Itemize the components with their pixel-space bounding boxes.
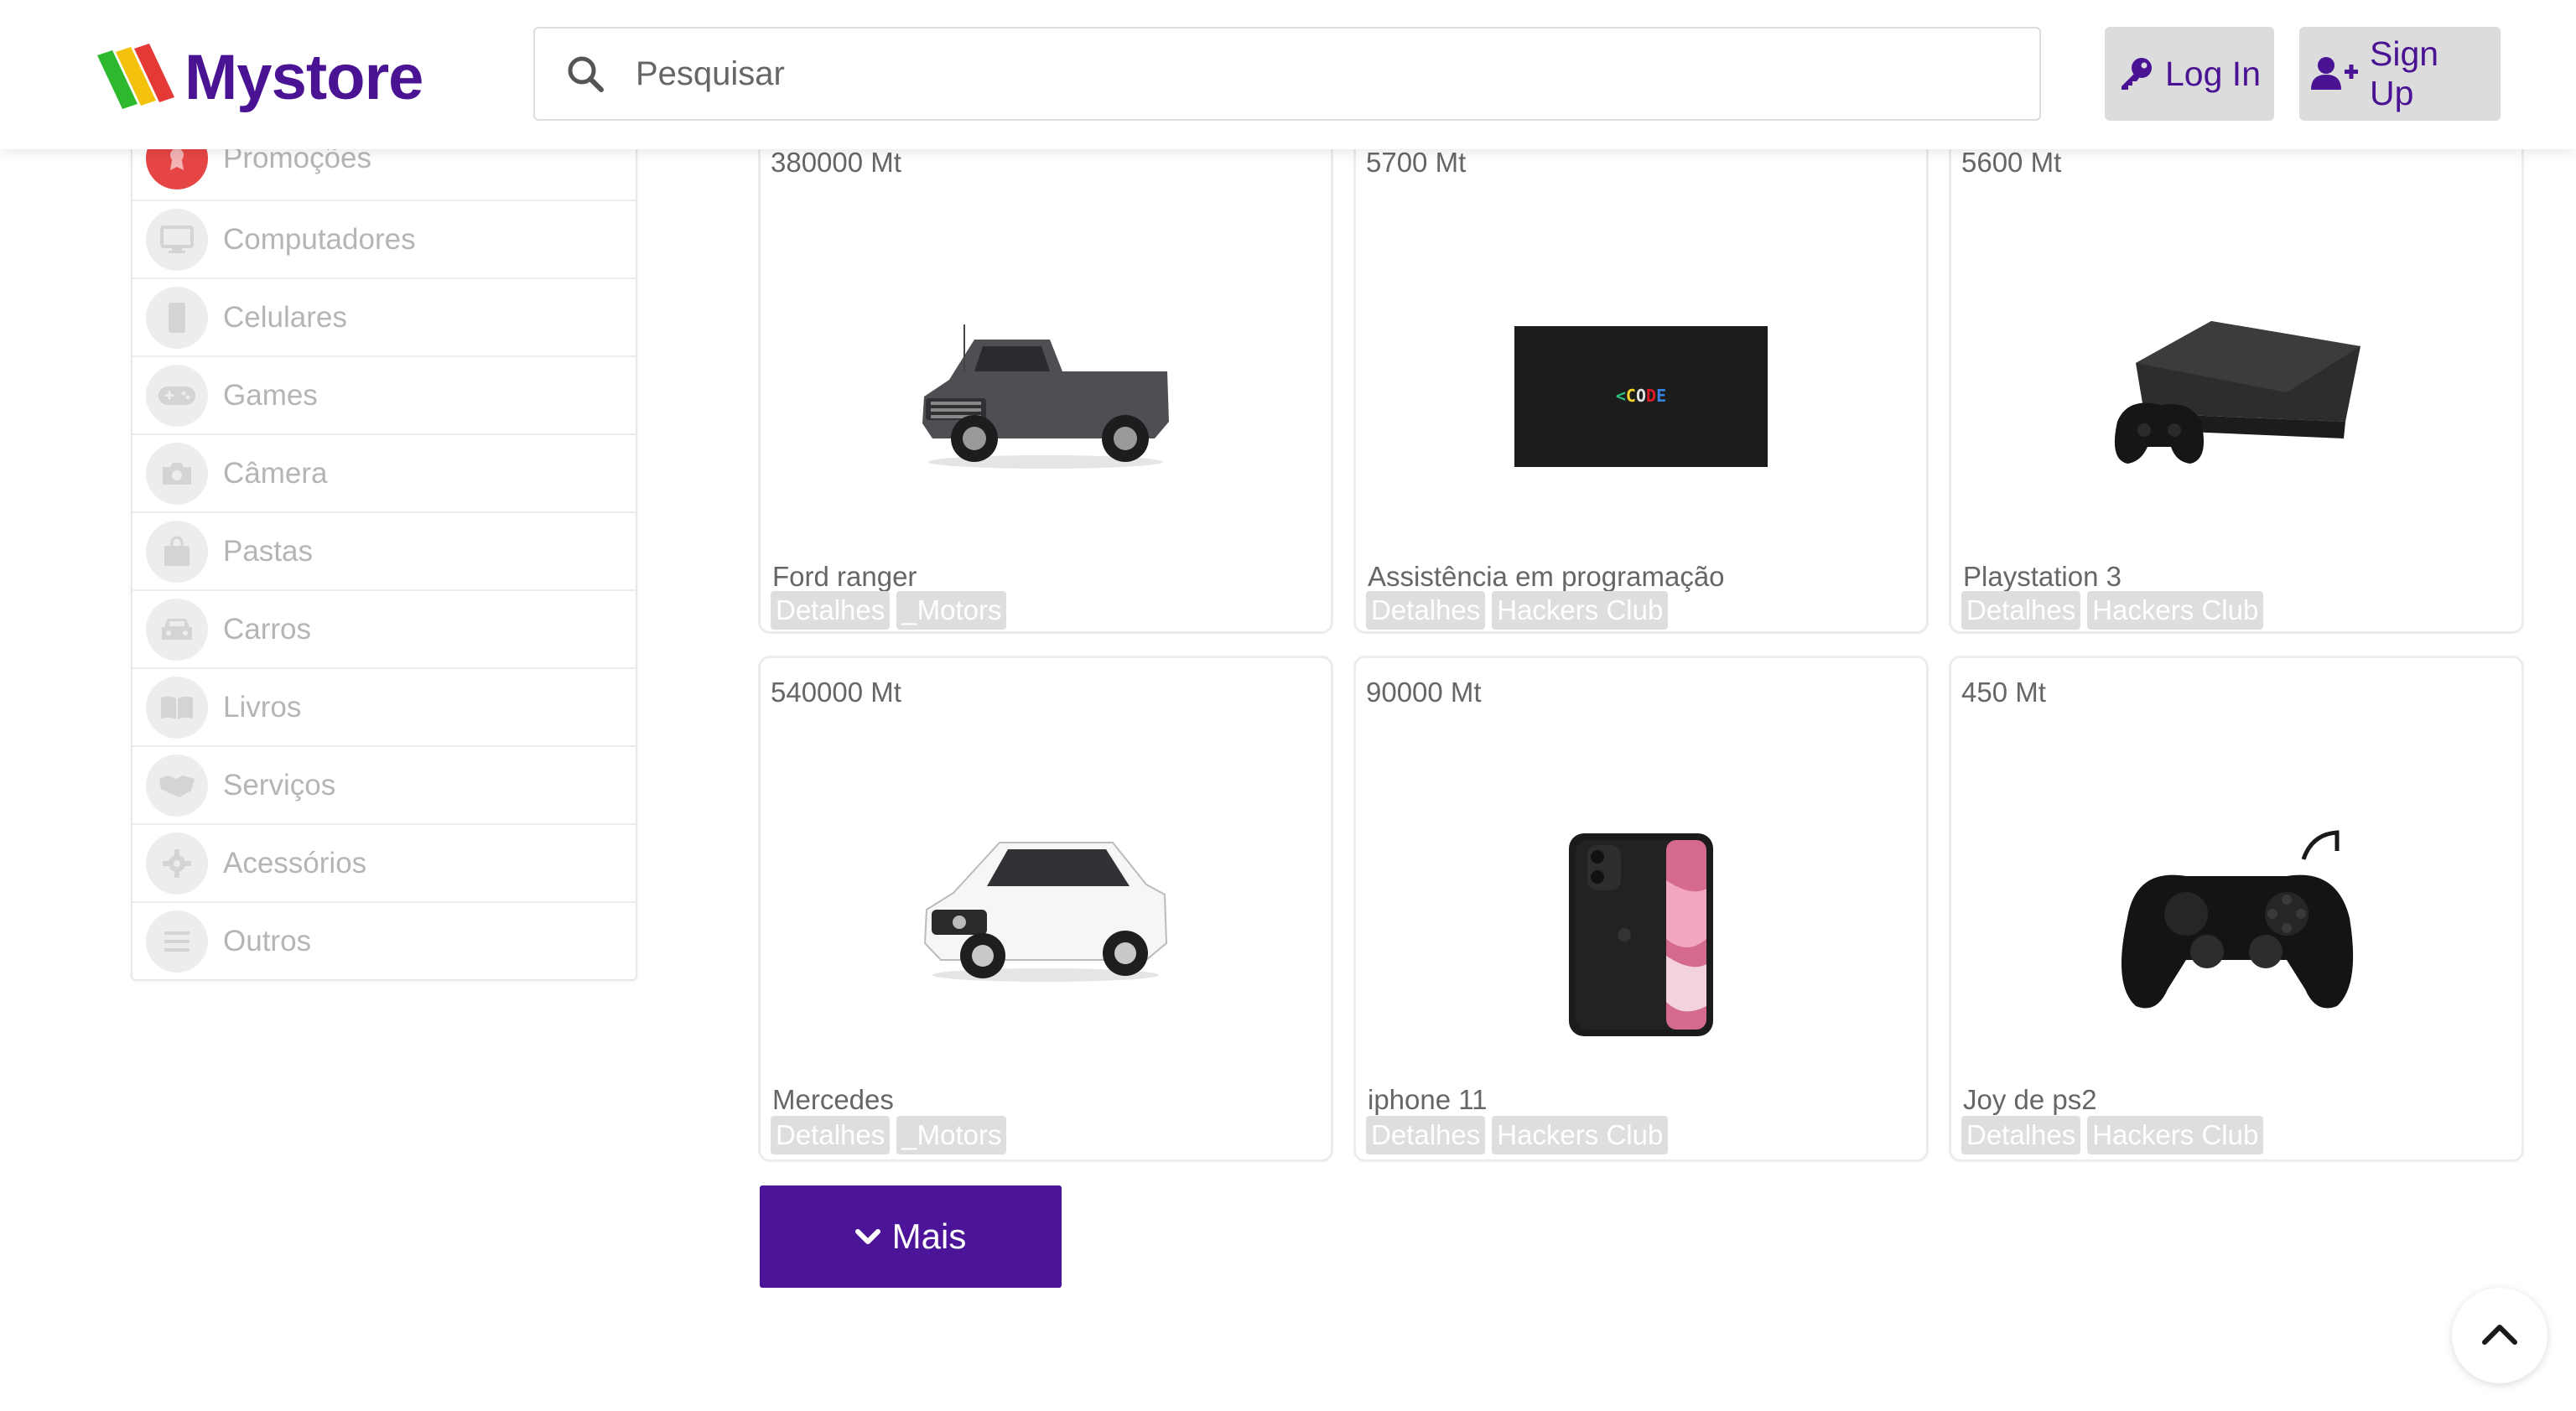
details-button[interactable]: Detalhes	[771, 591, 891, 630]
search-bar[interactable]	[533, 27, 2041, 121]
sidebar-item-label: Pastas	[223, 534, 313, 568]
code-banner-image[interactable]: <CODE	[1356, 220, 1926, 573]
book-icon	[146, 676, 208, 739]
product-card[interactable]: 90000 Mt iphone 11 Detalhes Hackers Club	[1353, 656, 1929, 1162]
camera-icon	[146, 442, 208, 505]
sidebar-item-computadores[interactable]: Computadores	[132, 200, 636, 278]
product-card[interactable]: 5600 Mt Playstation 3 Detalhes Hackers C…	[1949, 126, 2524, 634]
store-tag[interactable]: Hackers Club	[2087, 591, 2264, 630]
product-price: 5600 Mt	[1961, 147, 2062, 178]
product-tags: Detalhes Hackers Club	[1366, 591, 1669, 630]
details-button[interactable]: Detalhes	[1366, 591, 1486, 630]
search-input[interactable]	[634, 54, 2039, 94]
load-more-button[interactable]: Mais	[760, 1185, 1062, 1288]
pickup-truck-image[interactable]	[761, 220, 1331, 573]
product-card[interactable]: 450 Mt Joy de ps2 Detalhes Hackers Club	[1949, 656, 2524, 1162]
logo[interactable]: Mystore	[94, 39, 423, 116]
product-tags: Detalhes Hackers Club	[1961, 1116, 2264, 1154]
search-icon[interactable]	[565, 54, 605, 94]
handshake-icon	[146, 754, 208, 817]
product-name: Joy de ps2	[1963, 1084, 2097, 1115]
key-icon	[2118, 56, 2153, 91]
sidebar-item-outros[interactable]: Outros	[132, 901, 636, 979]
sidebar-item-livros[interactable]: Livros	[132, 667, 636, 745]
product-name: Assistência em programação	[1368, 561, 1725, 592]
sidebar-item-games[interactable]: Games	[132, 355, 636, 433]
sidebar-item-servicos[interactable]: Serviços	[132, 745, 636, 823]
bag-icon	[146, 520, 208, 583]
sidebar-item-label: Computadores	[223, 222, 416, 256]
category-sidebar: Promoções Computadores Celulares Games C…	[131, 117, 637, 981]
top-navbar: Mystore Log In Sign Up	[0, 0, 2576, 149]
sidebar-item-celulares[interactable]: Celulares	[132, 278, 636, 355]
product-tags: Detalhes _Motors	[771, 1116, 1007, 1154]
product-price: 5700 Mt	[1366, 147, 1467, 178]
details-button[interactable]: Detalhes	[771, 1116, 891, 1154]
login-button[interactable]: Log In	[2105, 27, 2274, 121]
login-label: Log In	[2165, 54, 2261, 93]
details-button[interactable]: Detalhes	[1366, 1116, 1486, 1154]
sidebar-item-label: Games	[223, 378, 318, 412]
gamepad-icon	[146, 364, 208, 427]
product-tags: Detalhes Hackers Club	[1366, 1116, 1669, 1154]
suv-image[interactable]	[761, 734, 1331, 1069]
product-price: 380000 Mt	[771, 147, 901, 178]
signup-label: Sign Up	[2370, 34, 2439, 112]
sidebar-item-label: Câmera	[223, 456, 328, 490]
store-tag[interactable]: Hackers Club	[1492, 1116, 1669, 1154]
monitor-icon	[146, 208, 208, 271]
product-name: Playstation 3	[1963, 561, 2122, 592]
details-button[interactable]: Detalhes	[1961, 591, 2081, 630]
signup-button[interactable]: Sign Up	[2299, 27, 2501, 121]
product-name: iphone 11	[1368, 1084, 1488, 1115]
sidebar-item-acessorios[interactable]: Acessórios	[132, 823, 636, 901]
sidebar-item-pastas[interactable]: Pastas	[132, 511, 636, 589]
logo-stripes-icon	[97, 44, 174, 109]
sidebar-item-carros[interactable]: Carros	[132, 589, 636, 667]
details-button[interactable]: Detalhes	[1961, 1116, 2081, 1154]
chevron-down-icon	[854, 1227, 880, 1246]
product-price: 450 Mt	[1961, 677, 2046, 708]
list-icon	[146, 910, 208, 973]
product-card[interactable]: 540000 Mt Mercedes Detalhes _Motors	[758, 656, 1333, 1162]
mobile-icon	[146, 286, 208, 349]
product-price: 540000 Mt	[771, 677, 901, 708]
store-tag[interactable]: Hackers Club	[2087, 1116, 2264, 1154]
car-icon	[146, 598, 208, 661]
store-tag[interactable]: Hackers Club	[1492, 591, 1669, 630]
sidebar-item-label: Serviços	[223, 768, 336, 801]
store-tag[interactable]: _Motors	[896, 591, 1007, 630]
product-name: Mercedes	[772, 1084, 894, 1115]
sidebar-item-label: Carros	[223, 612, 312, 646]
scroll-to-top-button[interactable]	[2452, 1288, 2547, 1383]
ps3-console-image[interactable]	[1951, 220, 2521, 573]
product-tags: Detalhes Hackers Club	[1961, 591, 2264, 630]
sidebar-item-label: Acessórios	[223, 846, 367, 879]
product-card[interactable]: 5700 Mt <CODE Assistência em programação…	[1353, 126, 1929, 634]
ps2-controller-image[interactable]	[1951, 742, 2521, 1094]
product-card[interactable]: 380000 Mt Ford ranger Detalhes _Motors	[758, 126, 1333, 634]
sidebar-item-label: Outros	[223, 924, 312, 957]
user-plus-icon	[2311, 56, 2358, 91]
sidebar-item-label: Livros	[223, 690, 302, 724]
iphone-image[interactable]	[1356, 767, 1926, 1102]
product-price: 90000 Mt	[1366, 677, 1482, 708]
svg-text:<CODE: <CODE	[1616, 386, 1666, 406]
sidebar-item-camera[interactable]: Câmera	[132, 433, 636, 511]
load-more-label: Mais	[891, 1216, 967, 1256]
store-tag[interactable]: _Motors	[896, 1116, 1007, 1154]
chevron-up-icon	[2481, 1322, 2518, 1350]
product-name: Ford ranger	[772, 561, 917, 592]
logo-text: Mystore	[184, 41, 423, 113]
gear-icon	[146, 832, 208, 895]
sidebar-item-label: Celulares	[223, 300, 347, 334]
product-tags: Detalhes _Motors	[771, 591, 1007, 630]
